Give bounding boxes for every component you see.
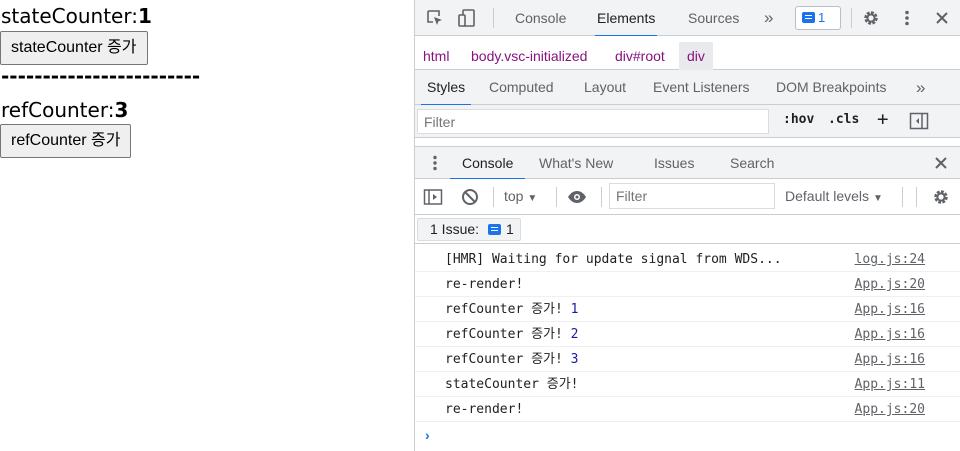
toolbar-divider (916, 187, 917, 207)
console-message-text: refCounter 증가! (445, 352, 571, 367)
tab-elements[interactable]: Elements (594, 0, 658, 37)
source-link[interactable]: App.js:16 (855, 297, 925, 322)
breadcrumb-div[interactable]: div (679, 42, 713, 70)
issues-badge-count: 1 (818, 10, 826, 25)
state-counter-display: stateCounter:1 (1, 4, 152, 28)
console-message-text: [HMR] Waiting for update signal from WDS… (445, 252, 782, 267)
console-filter-input[interactable] (609, 183, 775, 209)
close-drawer-icon[interactable] (931, 153, 951, 173)
toolbar-divider (493, 187, 494, 207)
console-message-text: refCounter 증가! (445, 302, 571, 317)
tab-styles[interactable]: Styles (420, 70, 472, 106)
source-link[interactable]: App.js:20 (855, 272, 925, 297)
log-levels-label: Default levels (785, 188, 870, 204)
device-toolbar-icon[interactable] (457, 8, 477, 28)
console-message: refCounter 증가! 2 App.js:16 (415, 322, 960, 347)
log-levels-dropdown[interactable]: Default levels ▼ (785, 188, 883, 204)
drawer-tab-issues[interactable]: Issues (654, 147, 694, 179)
dom-breadcrumb: html body.vsc-initialized div#root div (415, 42, 960, 70)
breadcrumb-html[interactable]: html (423, 42, 449, 70)
caret-down-icon: ▼ (527, 193, 538, 204)
toolbar-divider (601, 187, 602, 207)
tab-layout[interactable]: Layout (584, 70, 626, 105)
state-counter-increment-button[interactable]: stateCounter 증가 (0, 31, 148, 65)
source-link[interactable]: App.js:11 (855, 372, 925, 397)
new-style-rule-button[interactable]: + (877, 108, 888, 130)
drawer-menu-icon[interactable] (425, 153, 445, 173)
show-sidebar-icon[interactable] (423, 187, 443, 207)
more-options-icon[interactable] (897, 8, 917, 28)
ref-counter-display: refCounter:3 (1, 98, 128, 122)
message-icon (488, 224, 501, 235)
issues-bar: 1 Issue: 1 (415, 215, 960, 244)
console-message-number: 1 (570, 302, 579, 317)
console-message-text: re-render! (445, 277, 524, 292)
styles-filter-bar: :hov .cls + (415, 105, 960, 138)
console-message-text: stateCounter 증가! (445, 377, 579, 392)
drawer-tab-console[interactable]: Console (449, 147, 526, 180)
more-styles-tabs-button[interactable]: » (916, 70, 925, 105)
ref-counter-value: 3 (114, 98, 129, 122)
source-link[interactable]: App.js:16 (855, 322, 925, 347)
drawer-tab-whats-new[interactable]: What's New (539, 147, 613, 179)
styles-tab-bar: Styles Computed Layout Event Listeners D… (415, 70, 960, 106)
console-settings-gear-icon[interactable] (931, 187, 951, 207)
toolbar-divider (902, 187, 903, 207)
breadcrumb-div-root[interactable]: div#root (615, 42, 665, 70)
issues-label: 1 Issue: (430, 221, 480, 237)
ref-counter-increment-button[interactable]: refCounter 증가 (0, 124, 132, 158)
console-toolbar: top ▼ Default levels ▼ (415, 179, 960, 215)
close-devtools-icon[interactable] (932, 8, 952, 28)
toolbar-divider (493, 8, 494, 28)
source-link[interactable]: App.js:20 (855, 397, 925, 422)
state-counter-value: 1 (137, 4, 152, 28)
console-message: stateCounter 증가! App.js:11 (415, 372, 960, 397)
toolbar-divider (556, 187, 557, 207)
console-log: [HMR] Waiting for update signal from WDS… (415, 247, 960, 422)
live-expression-eye-icon[interactable] (567, 187, 587, 207)
settings-gear-icon[interactable] (861, 8, 881, 28)
source-link[interactable]: log.js:24 (855, 247, 925, 272)
inspect-element-icon[interactable] (425, 8, 445, 28)
state-counter-label: stateCounter: (1, 4, 138, 28)
clear-console-icon[interactable] (460, 187, 480, 207)
issues-badge-button[interactable]: 1 (795, 6, 841, 30)
tab-event-listeners[interactable]: Event Listeners (653, 70, 750, 105)
drawer-tab-bar: Console What's New Issues Search (415, 146, 960, 180)
console-message: refCounter 증가! 3 App.js:16 (415, 347, 960, 372)
tab-console[interactable]: Console (515, 0, 566, 36)
more-tabs-button[interactable]: » (764, 0, 773, 36)
issues-count: 1 (506, 221, 514, 237)
console-message-text: refCounter 증가! (445, 327, 571, 342)
devtools-panel: Console Elements Sources » 1 html body.v… (414, 0, 960, 451)
message-icon (802, 12, 815, 23)
divider-line: ------------------------ (1, 64, 201, 88)
console-prompt-chevron-icon[interactable]: › (425, 427, 430, 443)
issues-button[interactable]: 1 Issue: 1 (417, 218, 521, 241)
caret-down-icon: ▼ (872, 193, 883, 204)
context-selector[interactable]: top ▼ (504, 188, 537, 204)
tab-sources[interactable]: Sources (688, 0, 739, 36)
console-message-number: 3 (570, 352, 579, 367)
drawer-tab-search[interactable]: Search (730, 147, 774, 179)
toggle-sidebar-icon[interactable] (909, 111, 929, 131)
toolbar-divider (851, 8, 852, 28)
breadcrumb-body[interactable]: body.vsc-initialized (471, 42, 587, 70)
tab-dom-breakpoints[interactable]: DOM Breakpoints (776, 70, 886, 105)
context-selector-label: top (504, 188, 524, 204)
tab-computed[interactable]: Computed (489, 70, 554, 105)
console-message: re-render! App.js:20 (415, 272, 960, 297)
devtools-tab-bar: Console Elements Sources » 1 (415, 0, 960, 37)
console-message-text: re-render! (445, 402, 524, 417)
console-message: re-render! App.js:20 (415, 397, 960, 422)
class-toggle[interactable]: .cls (828, 112, 859, 127)
console-message: refCounter 증가! 1 App.js:16 (415, 297, 960, 322)
ref-counter-label: refCounter: (1, 98, 115, 122)
console-message-number: 2 (570, 327, 579, 342)
console-message: [HMR] Waiting for update signal from WDS… (415, 247, 960, 272)
source-link[interactable]: App.js:16 (855, 347, 925, 372)
page-viewport: stateCounter:1 stateCounter 증가 ---------… (0, 0, 414, 451)
styles-filter-input[interactable] (417, 109, 769, 134)
hover-state-toggle[interactable]: :hov (783, 112, 814, 127)
